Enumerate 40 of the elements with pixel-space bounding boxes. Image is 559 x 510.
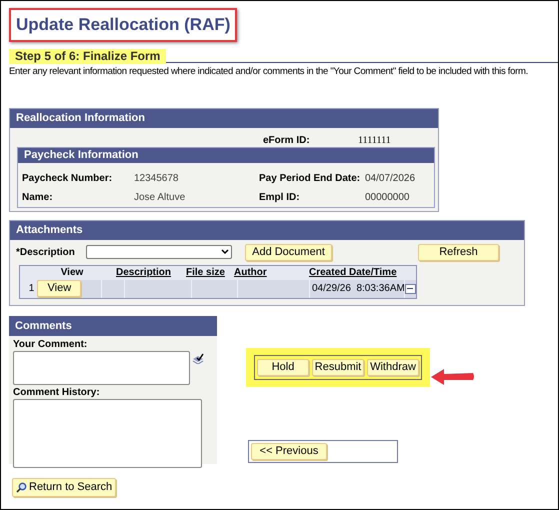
action-button[interactable]: Hold (257, 358, 309, 376)
action-button[interactable]: Withdraw (367, 358, 419, 376)
search-icon (16, 482, 27, 492)
column-header: File size (186, 266, 226, 280)
instructions-text: Enter any relevant information requested where indicated and/or comments in the "Your Comment" field to be included with this form. (9, 64, 529, 78)
comment-history-field[interactable] (13, 398, 202, 468)
field-value: 12345678 (134, 172, 180, 186)
arrow-icon (431, 368, 475, 386)
previous-button[interactable]: << Previous (251, 442, 327, 460)
description-dropdown[interactable] (86, 245, 232, 259)
step-heading: Step 5 of 6: Finalize Form (9, 48, 166, 64)
spellcheck-icon[interactable] (192, 352, 204, 364)
column-header: Author (234, 266, 268, 280)
field-label: Paycheck Number: (22, 172, 114, 186)
field-value: 00000000 (365, 190, 410, 204)
your-comment-label: Your Comment: (13, 338, 88, 350)
panel-header: Attachments (10, 220, 524, 240)
page-title: Update Reallocation (RAF) (9, 8, 238, 42)
row-number: 1 (20, 280, 38, 298)
comment-history-label: Comment History: (13, 386, 101, 398)
refresh-button[interactable]: Refresh (418, 244, 499, 260)
remove-row-button[interactable] (404, 284, 416, 294)
column-header: Description (116, 266, 172, 280)
action-button[interactable]: Resubmit (312, 358, 364, 376)
field-value: 04/07/2026 (365, 172, 416, 186)
return-to-search-button[interactable]: Return to Search (12, 478, 116, 496)
field-label: Name: (22, 190, 54, 204)
panel-header: Reallocation Information (10, 108, 438, 128)
eform-id-label: eForm ID: (263, 134, 311, 148)
panel-header: Paycheck Information (18, 148, 434, 162)
description-label: *Description (16, 246, 76, 260)
eform-id-value: 1111111 (358, 134, 391, 148)
column-header: Created Date/Time (309, 266, 397, 280)
field-value: Jose Altuve (134, 190, 186, 204)
panel-header: Comments (9, 316, 217, 336)
add-document-button[interactable]: Add Document (245, 244, 332, 260)
your-comment-field[interactable] (13, 350, 190, 384)
view-button[interactable]: View (37, 280, 82, 297)
caret-icon (221, 249, 229, 255)
column-header: View (60, 266, 84, 280)
